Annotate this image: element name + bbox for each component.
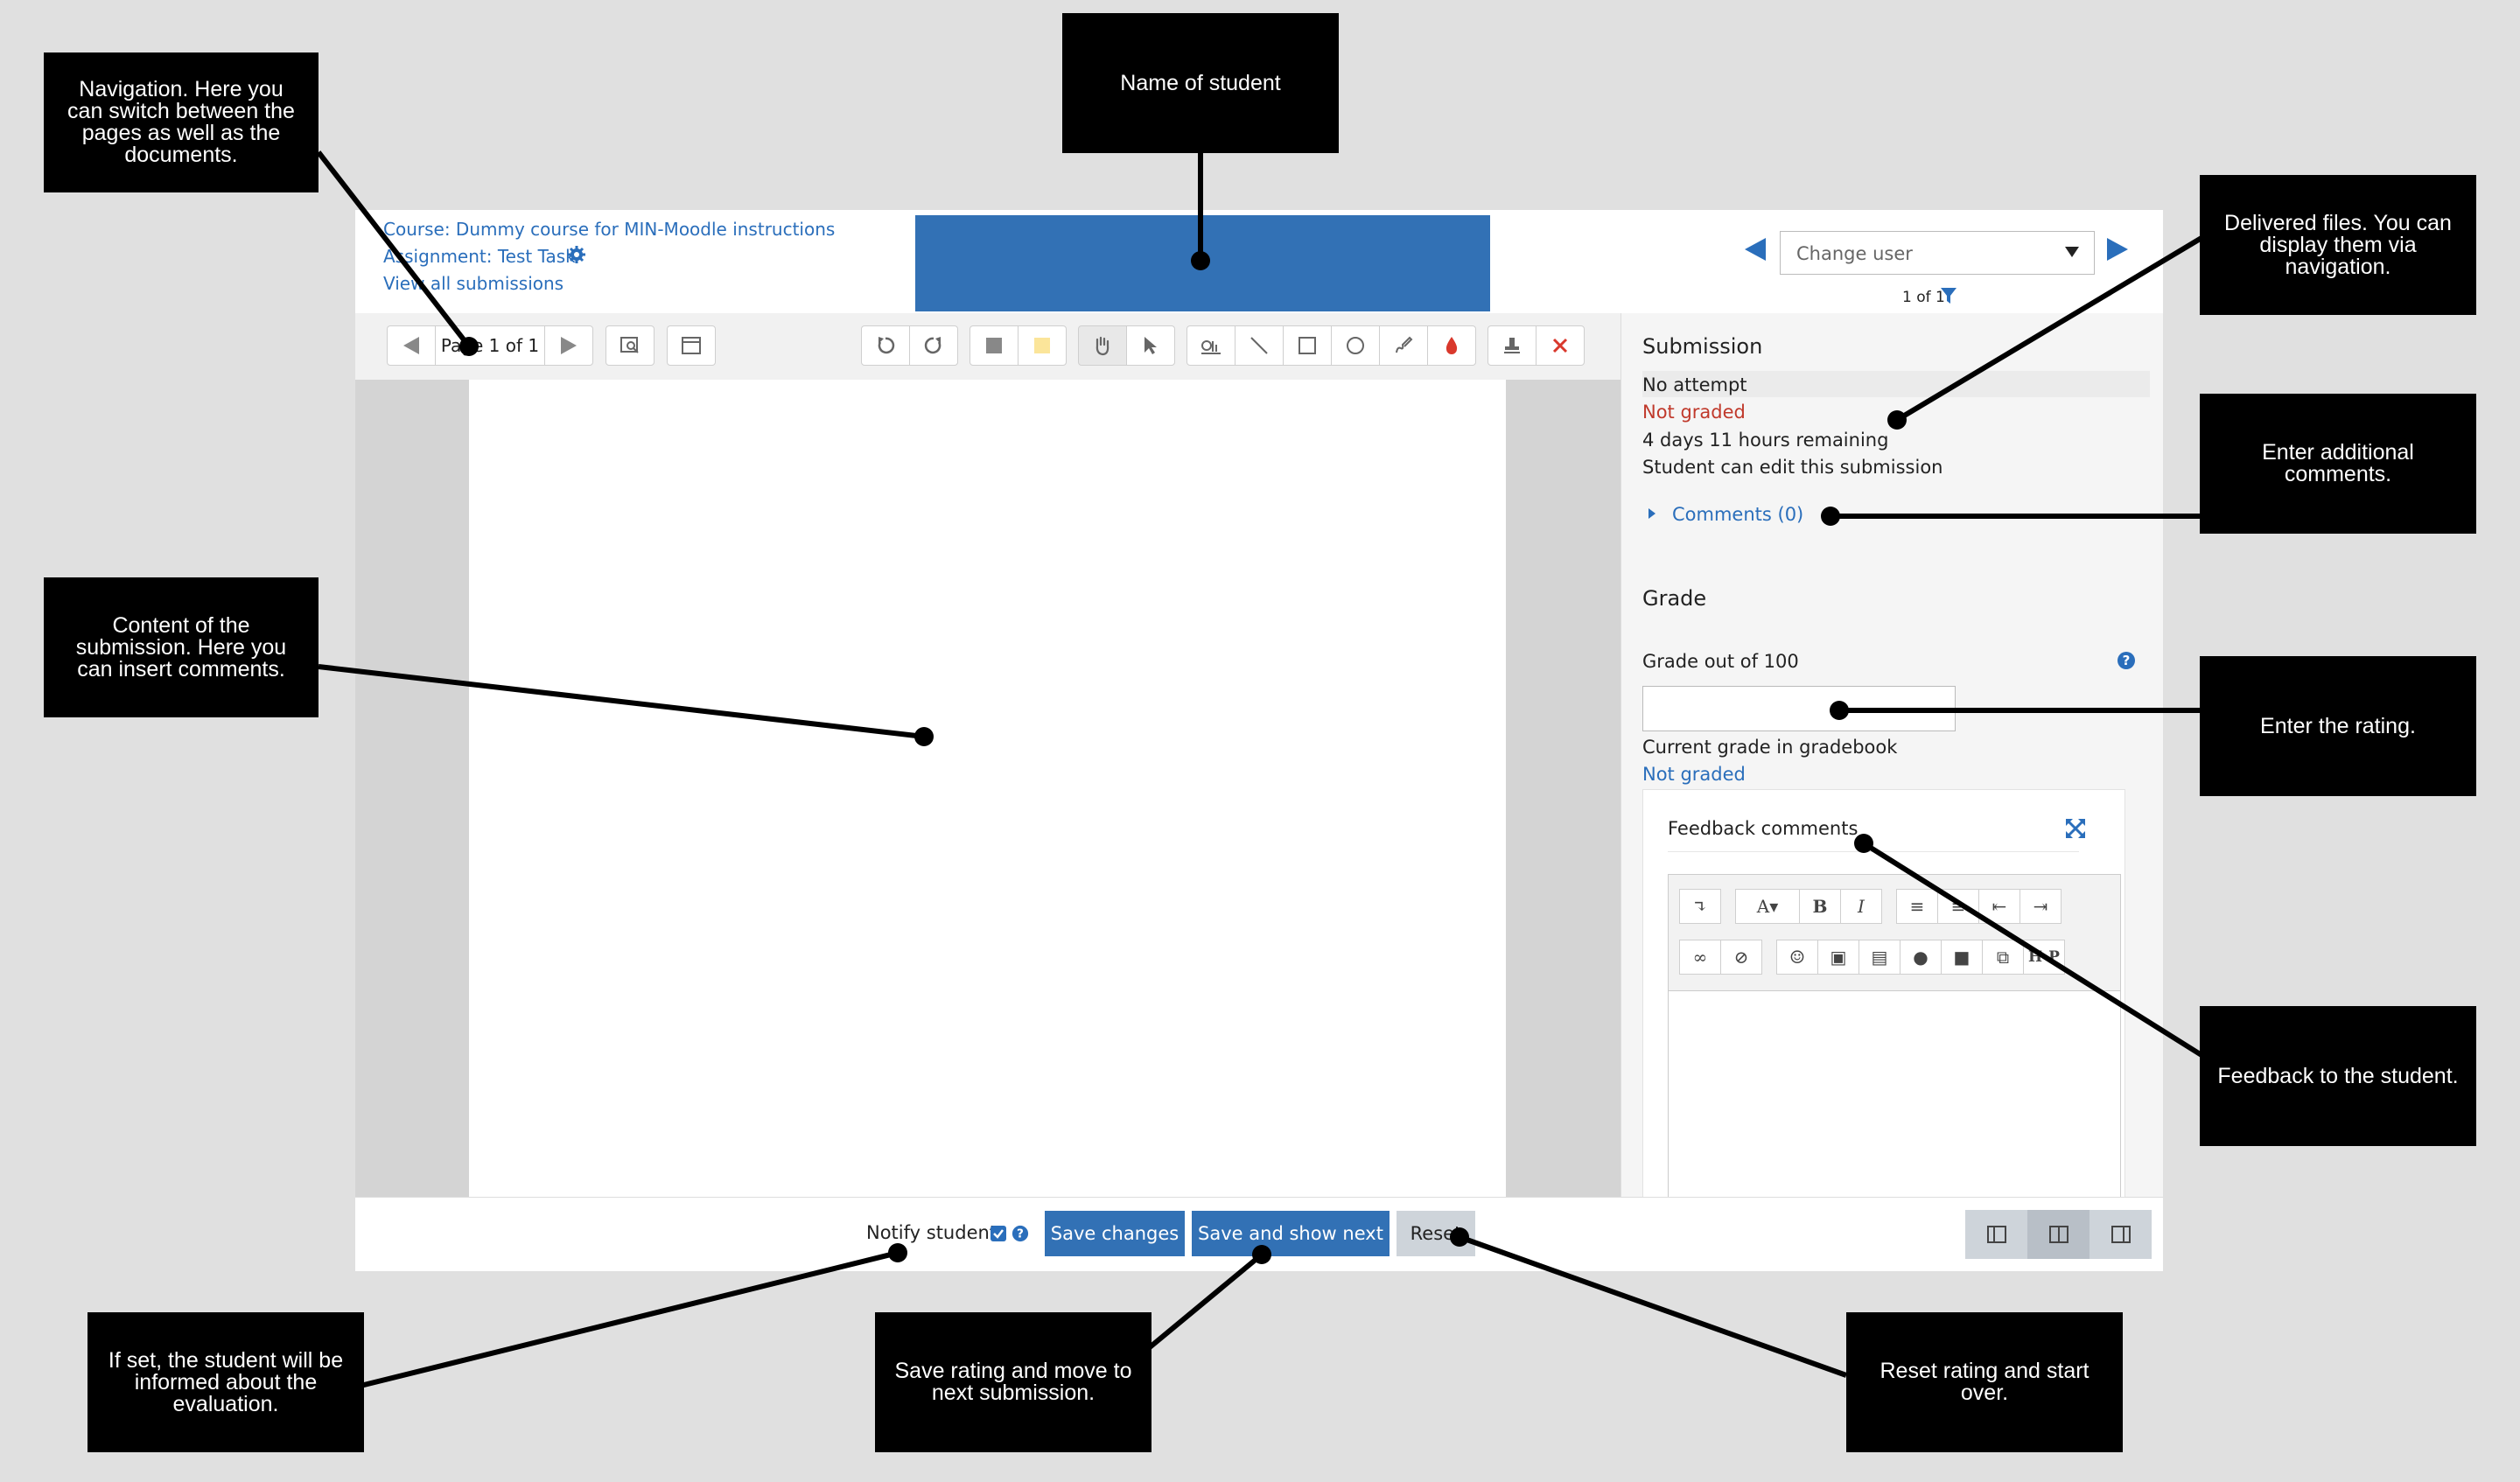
note-rating: Enter the rating. — [2200, 656, 2476, 796]
annotation-lines — [316, 150, 2203, 1388]
note-delivered-files: Delivered files. You can display them vi… — [2200, 175, 2476, 315]
note-student-name: Name of student — [1062, 13, 1339, 153]
note-save-next: Save rating and move to next submission. — [875, 1312, 1152, 1452]
note-content: Content of the submission. Here you can … — [44, 577, 318, 717]
note-reset: Reset rating and start over. — [1846, 1312, 2123, 1452]
note-feedback: Feedback to the student. — [2200, 1006, 2476, 1146]
note-navigation: Navigation. Here you can switch between … — [44, 52, 318, 192]
note-notify: If set, the student will be informed abo… — [88, 1312, 364, 1452]
note-comments: Enter additional comments. — [2200, 394, 2476, 534]
